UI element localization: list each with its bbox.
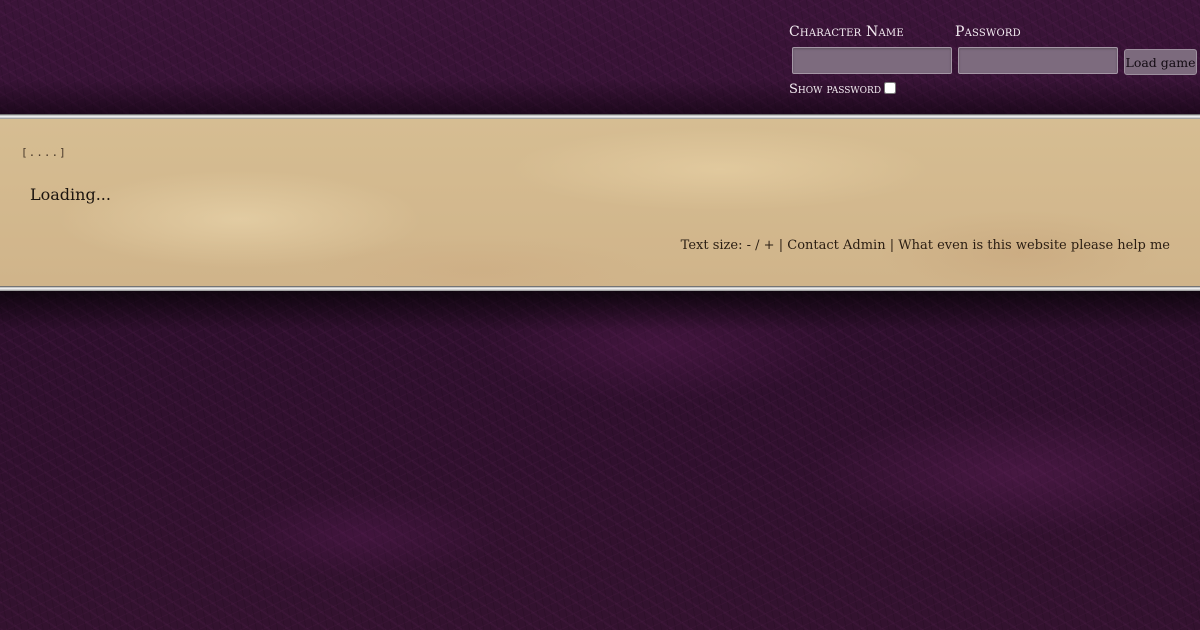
footer-separator: | — [778, 238, 784, 253]
text-size-label: Text size: — [680, 238, 743, 253]
character-name-label: Character Name — [789, 24, 904, 40]
footer-separator: | — [889, 238, 895, 253]
help-link[interactable]: What even is this website please help me — [898, 238, 1170, 253]
progress-indicator: [....] — [21, 146, 67, 159]
loading-status: Loading... — [30, 185, 111, 204]
main-panel: [....] Loading... Text size: - / + | Con… — [0, 119, 1200, 286]
character-name-input[interactable] — [792, 47, 952, 74]
footer-links: Text size: - / + | Contact Admin | What … — [681, 238, 1170, 253]
show-password-checkbox[interactable] — [884, 82, 896, 94]
load-game-button[interactable]: Load game — [1124, 49, 1197, 75]
contact-admin-link[interactable]: Contact Admin — [787, 238, 885, 253]
show-password-label: Show password — [789, 82, 882, 97]
password-label: Password — [955, 24, 1021, 40]
text-size-separator: / — [755, 238, 760, 253]
header: Character Name Password Load game Show p… — [0, 0, 1200, 114]
text-size-increase-link[interactable]: + — [764, 238, 775, 253]
text-size-decrease-link[interactable]: - — [747, 238, 751, 253]
frame-shadow — [0, 291, 1200, 331]
password-input[interactable] — [958, 47, 1118, 74]
